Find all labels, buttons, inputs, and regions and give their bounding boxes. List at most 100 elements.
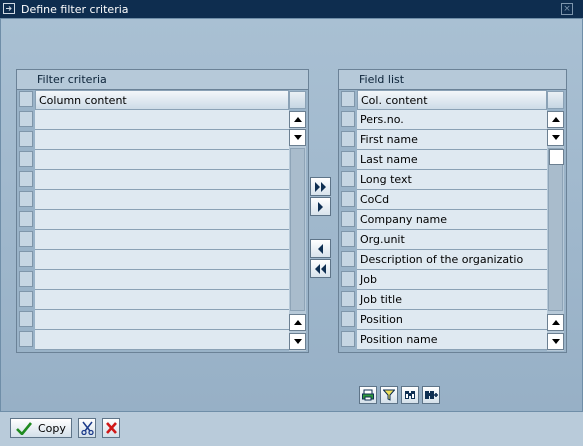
scroll-down-button[interactable]	[547, 129, 564, 146]
filter-criteria-title: Filter criteria	[17, 70, 308, 90]
row-selector[interactable]	[19, 151, 33, 167]
table-cell[interactable]	[35, 250, 289, 270]
select-all-rows-button[interactable]	[341, 91, 355, 107]
cut-button[interactable]	[78, 418, 96, 438]
add-selected-icon	[318, 202, 323, 212]
row-selector[interactable]	[19, 291, 33, 307]
row-selector[interactable]	[341, 251, 355, 267]
row-selector[interactable]	[341, 231, 355, 247]
row-selector[interactable]	[19, 191, 33, 207]
scissors-icon	[81, 421, 94, 435]
table-cell[interactable]: Long text	[357, 170, 547, 190]
row-selector[interactable]	[341, 291, 355, 307]
row-selector[interactable]	[341, 131, 355, 147]
table-cell[interactable]	[35, 130, 289, 150]
field-list-panel: Field list Col. content Pers.no. First nam…	[338, 69, 567, 353]
copy-button[interactable]: Copy	[10, 418, 72, 438]
arrow-down-icon	[294, 339, 302, 344]
arrow-down-icon	[294, 135, 302, 140]
page-down-button[interactable]	[289, 333, 306, 350]
row-selector[interactable]	[19, 111, 33, 127]
scroll-down-button[interactable]	[289, 129, 306, 146]
print-icon	[362, 389, 374, 401]
table-cell[interactable]: Pers.no.	[357, 110, 547, 130]
right-vertical-scrollbar[interactable]	[547, 111, 564, 351]
print-button[interactable]	[359, 386, 377, 404]
table-cell[interactable]	[35, 330, 289, 350]
table-cell[interactable]	[35, 230, 289, 250]
table-cell[interactable]: Last name	[357, 150, 547, 170]
field-list-title: Field list	[339, 70, 566, 90]
scroll-track[interactable]	[290, 148, 305, 311]
row-selector[interactable]	[19, 331, 33, 347]
table-cell[interactable]: Position	[357, 310, 547, 330]
select-all-rows-button[interactable]	[19, 91, 33, 107]
row-selector[interactable]	[341, 111, 355, 127]
filter-button[interactable]	[380, 386, 398, 404]
row-selector[interactable]	[19, 211, 33, 227]
left-vertical-scrollbar[interactable]	[289, 111, 306, 351]
column-header[interactable]: Column content	[35, 90, 289, 110]
table-cell[interactable]	[35, 170, 289, 190]
table-cell[interactable]: Job title	[357, 290, 547, 310]
scroll-track[interactable]	[548, 148, 564, 311]
page-down-button[interactable]	[547, 333, 564, 350]
copy-button-label: Copy	[38, 422, 66, 435]
row-selector[interactable]	[341, 191, 355, 207]
cancel-icon	[106, 422, 117, 434]
table-cell[interactable]	[35, 110, 289, 130]
row-selector[interactable]	[341, 151, 355, 167]
row-selector[interactable]	[341, 331, 355, 347]
remove-all-button[interactable]	[310, 259, 331, 278]
find-icon	[405, 391, 415, 399]
cancel-button[interactable]	[102, 418, 120, 438]
page-up-button[interactable]	[289, 314, 306, 331]
column-header[interactable]: Col. content	[357, 90, 547, 110]
table-cell[interactable]: Description of the organizatio	[357, 250, 547, 270]
left-header-corner[interactable]	[289, 91, 306, 109]
row-selector[interactable]	[19, 271, 33, 287]
filter-icon	[383, 389, 395, 401]
row-selector[interactable]	[19, 231, 33, 247]
arrow-up-icon	[552, 117, 560, 122]
scroll-up-button[interactable]	[289, 111, 306, 128]
filter-criteria-panel: Filter criteria Column content	[16, 69, 309, 353]
table-cell[interactable]	[35, 210, 289, 230]
scroll-thumb[interactable]	[549, 149, 564, 165]
table-cell[interactable]: First name	[357, 130, 547, 150]
row-selector[interactable]	[19, 311, 33, 327]
table-cell[interactable]: Position name	[357, 330, 547, 350]
remove-selected-button[interactable]	[310, 239, 331, 258]
remove-all-icon	[315, 264, 326, 274]
row-selector[interactable]	[341, 271, 355, 287]
table-cell[interactable]: Org.unit	[357, 230, 547, 250]
table-cell[interactable]	[35, 270, 289, 290]
window-title: Define filter criteria	[21, 3, 129, 16]
arrow-down-icon	[552, 339, 560, 344]
add-selected-button[interactable]	[310, 197, 331, 216]
checkmark-icon	[16, 422, 32, 435]
scroll-up-button[interactable]	[547, 111, 564, 128]
row-selector[interactable]	[341, 171, 355, 187]
right-header-corner[interactable]	[547, 91, 564, 109]
table-cell[interactable]	[35, 310, 289, 330]
add-all-button[interactable]	[310, 177, 331, 196]
row-selector[interactable]	[19, 131, 33, 147]
row-selector[interactable]	[341, 211, 355, 227]
page-up-button[interactable]	[547, 314, 564, 331]
find-next-icon	[425, 391, 438, 399]
table-cell[interactable]	[35, 190, 289, 210]
table-cell[interactable]: Company name	[357, 210, 547, 230]
find-button[interactable]	[401, 386, 419, 404]
row-selector[interactable]	[341, 311, 355, 327]
arrow-up-icon	[294, 320, 302, 325]
table-cell[interactable]: Job	[357, 270, 547, 290]
find-next-button[interactable]	[422, 386, 440, 404]
arrow-up-icon	[552, 320, 560, 325]
row-selector[interactable]	[19, 171, 33, 187]
close-window-button[interactable]: ×	[561, 3, 573, 15]
table-cell[interactable]: CoCd	[357, 190, 547, 210]
table-cell[interactable]	[35, 150, 289, 170]
table-cell[interactable]	[35, 290, 289, 310]
row-selector[interactable]	[19, 251, 33, 267]
